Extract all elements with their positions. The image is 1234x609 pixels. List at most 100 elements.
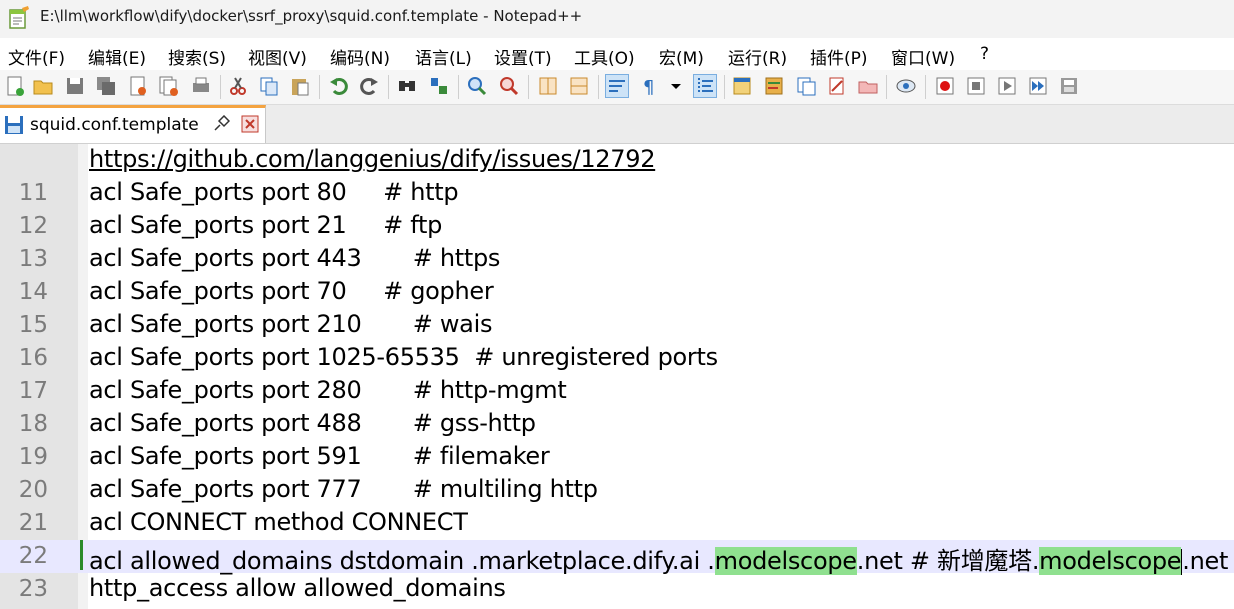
record-macro-icon[interactable]	[934, 75, 956, 97]
text-segment: acl Safe_ports port 210 # wais	[89, 310, 492, 338]
open-file-icon[interactable]	[32, 75, 54, 97]
dropdown-icon[interactable]	[668, 75, 684, 97]
menu-encoding[interactable]: 编码(N)	[330, 44, 390, 69]
code-line[interactable]: 23 http_access allow allowed_domains	[0, 573, 1234, 606]
text-segment: acl Safe_ports port 70 # gopher	[89, 277, 493, 305]
text-segment: http_access allow allowed_domains	[89, 574, 506, 602]
code-line[interactable]: 12acl Safe_ports port 21 # ftp	[0, 210, 1234, 243]
user-lang-icon[interactable]	[731, 75, 753, 97]
cut-icon[interactable]	[227, 75, 249, 97]
line-number: 17	[0, 378, 48, 404]
title-bar: E:\llm\workflow\dify\docker\ssrf_proxy\s…	[0, 0, 1234, 38]
save-macro-icon[interactable]	[1058, 75, 1080, 97]
play-macro-icon[interactable]	[996, 75, 1018, 97]
toolbar-separator	[388, 75, 389, 99]
function-list-icon[interactable]	[795, 75, 817, 97]
toolbar-separator	[458, 75, 459, 99]
zoom-out-icon[interactable]	[498, 75, 520, 97]
new-file-icon[interactable]	[4, 75, 26, 97]
svg-text:¶: ¶	[643, 77, 654, 97]
doc-list-icon[interactable]	[857, 75, 879, 97]
line-number: 23	[0, 576, 48, 602]
text-segment: acl Safe_ports port 80 # http	[89, 178, 458, 206]
close-icon[interactable]	[127, 75, 149, 97]
save-icon	[4, 115, 24, 135]
print-icon[interactable]	[190, 75, 212, 97]
doc-map-icon[interactable]	[763, 75, 785, 97]
close-all-icon[interactable]	[158, 75, 180, 97]
line-number: 19	[0, 444, 48, 470]
notepad-plus-plus-icon	[8, 6, 30, 30]
stop-macro-icon[interactable]	[965, 75, 987, 97]
search-match-highlight: modelscope	[715, 547, 857, 575]
menu-window[interactable]: 窗口(W)	[891, 44, 955, 69]
zoom-in-icon[interactable]	[466, 75, 488, 97]
url-link[interactable]: https://github.com/langgenius/dify/issue…	[89, 145, 655, 173]
text-segment: acl Safe_ports port 21 # ftp	[89, 211, 442, 239]
run-macro-multiple-icon[interactable]	[1027, 75, 1049, 97]
code-line[interactable]: 11acl Safe_ports port 80 # http	[0, 177, 1234, 210]
menu-run[interactable]: 运行(R)	[728, 44, 787, 69]
code-line[interactable]: 14acl Safe_ports port 70 # gopher	[0, 276, 1234, 309]
menu-edit[interactable]: 编辑(E)	[88, 44, 146, 69]
line-number: 22	[0, 543, 48, 569]
menu-help[interactable]: ?	[980, 44, 989, 64]
text-segment: acl Safe_ports port 443 # https	[89, 244, 500, 272]
copy-icon[interactable]	[258, 75, 280, 97]
sync-horizontal-icon[interactable]	[568, 75, 590, 97]
sync-vertical-icon[interactable]	[537, 75, 559, 97]
save-icon[interactable]	[64, 75, 86, 97]
window-title: E:\llm\workflow\dify\docker\ssrf_proxy\s…	[40, 7, 582, 25]
changed-line-marker	[80, 540, 83, 570]
menu-view[interactable]: 视图(V)	[248, 44, 307, 69]
redo-icon[interactable]	[358, 75, 380, 97]
menu-language[interactable]: 语言(L)	[415, 44, 472, 69]
menu-macro[interactable]: 宏(M)	[659, 44, 704, 69]
editor-area[interactable]: https://github.com/langgenius/dify/issue…	[0, 144, 1234, 609]
code-line[interactable]: 21 acl CONNECT method CONNECT	[0, 507, 1234, 540]
line-text: acl Safe_ports port 210 # wais	[89, 310, 492, 338]
tab-squid-conf-template[interactable]: squid.conf.template	[0, 105, 266, 143]
menu-tools[interactable]: 工具(O)	[574, 44, 635, 69]
show-all-chars-icon[interactable]: ¶	[638, 75, 660, 97]
menu-file[interactable]: 文件(F)	[8, 44, 65, 69]
toolbar-separator	[598, 75, 599, 99]
word-wrap-icon[interactable]	[606, 75, 628, 97]
code-line[interactable]: 13acl Safe_ports port 443 # https	[0, 243, 1234, 276]
menu-plugins[interactable]: 插件(P)	[810, 44, 868, 69]
find-icon[interactable]	[396, 75, 418, 97]
code-line[interactable]: 17acl Safe_ports port 280 # http-mgmt	[0, 375, 1234, 408]
undo-icon[interactable]	[328, 75, 350, 97]
line-text: http_access allow allowed_domains	[89, 574, 506, 602]
close-icon[interactable]	[241, 115, 259, 133]
menu-settings[interactable]: 设置(T)	[494, 44, 552, 69]
save-all-icon[interactable]	[95, 75, 117, 97]
text-segment: acl allowed_domains dstdomain .marketpla…	[89, 547, 715, 575]
code-line[interactable]: 18acl Safe_ports port 488 # gss-http	[0, 408, 1234, 441]
line-number: 21	[0, 510, 48, 536]
indent-guide-icon[interactable]	[694, 75, 716, 97]
code-line-current[interactable]: 22 acl allowed_domains dstdomain .marketp…	[0, 540, 1234, 573]
toolbar-separator	[319, 75, 320, 99]
pin-icon[interactable]	[212, 115, 230, 133]
paste-icon[interactable]	[289, 75, 311, 97]
code-line[interactable]: 20acl Safe_ports port 777 # multiling ht…	[0, 474, 1234, 507]
toolbar-separator	[925, 75, 926, 99]
code-line[interactable]: 19 acl Safe_ports port 591 # filemaker	[0, 441, 1234, 474]
tab-bar: squid.conf.template	[0, 105, 1234, 144]
menu-search[interactable]: 搜索(S)	[168, 44, 226, 69]
line-text: acl Safe_ports port 591 # filemaker	[89, 442, 549, 470]
folder-workspace-icon[interactable]	[826, 75, 848, 97]
code-line[interactable]: https://github.com/langgenius/dify/issue…	[0, 144, 1234, 177]
line-text: acl Safe_ports port 70 # gopher	[89, 277, 493, 305]
code-line[interactable]: 15acl Safe_ports port 210 # wais	[0, 309, 1234, 342]
line-text: acl Safe_ports port 21 # ftp	[89, 211, 442, 239]
tab-label: squid.conf.template	[30, 115, 199, 135]
monitor-icon[interactable]	[895, 75, 917, 97]
code-line[interactable]: 16acl Safe_ports port 1025-65535 # unreg…	[0, 342, 1234, 375]
line-text: acl Safe_ports port 443 # https	[89, 244, 500, 272]
line-text: acl CONNECT method CONNECT	[89, 508, 468, 536]
line-number: 20	[0, 477, 48, 503]
replace-icon[interactable]	[428, 75, 450, 97]
line-text: https://github.com/langgenius/dify/issue…	[89, 145, 655, 173]
